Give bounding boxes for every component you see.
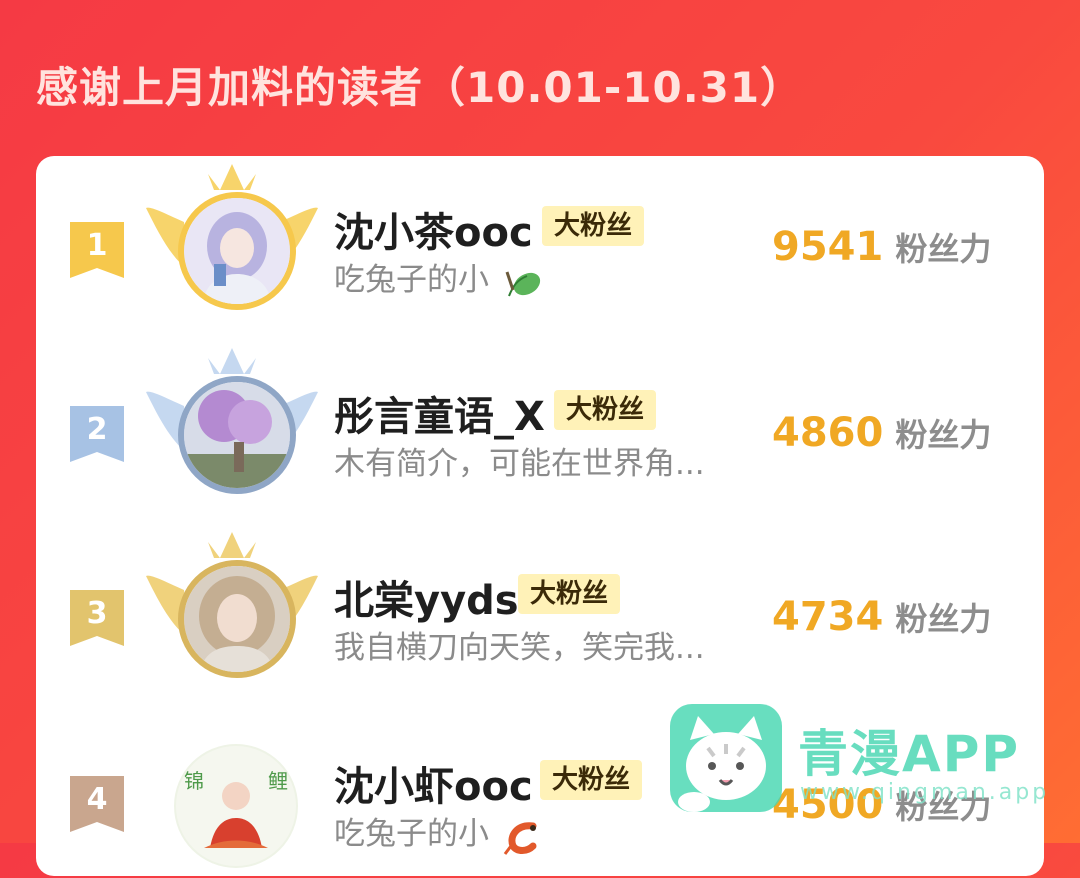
watermark-app-name: 青漫APP — [798, 725, 1020, 783]
rank-badge-4: 4 — [70, 776, 124, 832]
fan-level-badge-2: 大粉丝 — [554, 390, 657, 430]
reader-avatar-4[interactable]: 锦 鲤 — [174, 744, 298, 868]
rank-badge-1: 1 — [70, 222, 124, 278]
reader-name-4[interactable]: 沈小虾ooc — [334, 754, 533, 812]
reader-bio-1: 吃兔子的小 — [334, 254, 543, 302]
reader-avatar-2[interactable] — [178, 376, 296, 494]
fan-power-2: 4860 粉丝力 — [772, 410, 992, 456]
reader-bio-4: 吃兔子的小 — [334, 808, 543, 856]
ranking-row-3[interactable]: 3 北棠yyds 大粉丝 我自横刀向天笑，笑完我... 4734 粉丝力 — [36, 524, 1044, 694]
fan-level-badge-4: 大粉丝 — [540, 760, 643, 800]
qingman-app-watermark: 青漫APP www.qingman.app — [668, 700, 1048, 820]
reader-avatar-1[interactable] — [178, 192, 296, 310]
fan-level-badge-3: 大粉丝 — [518, 574, 621, 614]
fan-power-1: 9541 粉丝力 — [772, 224, 992, 270]
reader-bio-3: 我自横刀向天笑，笑完我... — [334, 630, 705, 666]
svg-text:锦: 锦 — [184, 769, 204, 793]
ranking-row-1[interactable]: 1 沈小茶ooc 大粉丝 吃兔子的小 9541 粉丝力 — [36, 156, 1044, 326]
reader-bio-2: 木有简介，可能在世界角... — [334, 446, 705, 482]
reader-name-1[interactable]: 沈小茶ooc — [334, 200, 533, 258]
cat-icon — [670, 704, 782, 812]
ranking-row-2[interactable]: 2 彤言童语_X 大粉丝 木有简介，可能在世界角... 4860 粉丝力 — [36, 340, 1044, 510]
tea-leaf-icon — [505, 271, 540, 296]
reader-name-2[interactable]: 彤言童语_X — [334, 384, 545, 442]
rank-badge-2: 2 — [70, 406, 124, 462]
shrimp-icon — [503, 821, 537, 855]
watermark-url: www.qingman.app — [800, 780, 1050, 805]
svg-text:鲤: 鲤 — [268, 769, 288, 793]
reader-name-3[interactable]: 北棠yyds — [334, 568, 519, 626]
fan-power-3: 4734 粉丝力 — [772, 594, 992, 640]
reader-avatar-3[interactable] — [178, 560, 296, 678]
fan-level-badge-1: 大粉丝 — [542, 206, 645, 246]
rank-badge-3: 3 — [70, 590, 124, 646]
page-title: 感谢上月加料的读者（10.01-10.31） — [36, 63, 804, 112]
